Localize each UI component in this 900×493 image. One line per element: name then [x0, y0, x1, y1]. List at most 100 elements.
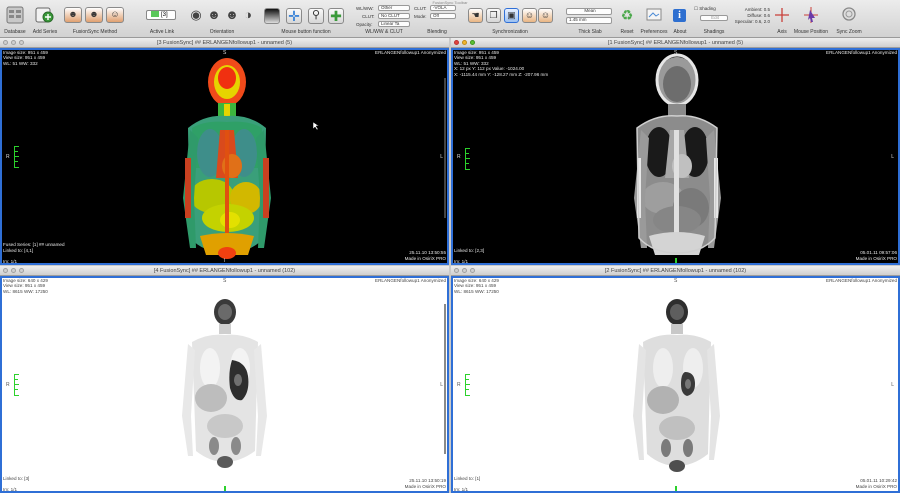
add-roi-tool-button[interactable]: ✚: [328, 8, 344, 24]
image-info-overlay: Image size: 640 x 429 View size: 951 x 4…: [3, 278, 48, 294]
scale-ruler: [14, 146, 20, 168]
clut-field-label: CLUT:: [362, 14, 375, 19]
zoom-window-button[interactable]: [19, 40, 24, 45]
image-viewport[interactable]: Image size: 640 x 429 View size: 951 x 4…: [451, 276, 900, 493]
about-button[interactable]: i About: [672, 5, 688, 35]
mouse-function-group: ✛ ⚲ ✚ Mouse button function: [264, 5, 348, 35]
sync-zoom-button[interactable]: ❐: [486, 8, 501, 23]
viewer-pane-pet: [4 FusionSync] ## ERLANGENfollowup1 - un…: [0, 266, 449, 493]
scroll-indicator[interactable]: [444, 304, 446, 454]
shadings-group: ☐ Shading Edit Shadings: [694, 5, 734, 35]
opacity-select[interactable]: Linear Ta: [378, 21, 410, 27]
image-viewport[interactable]: Image size: 640 x 429 View size: 951 x 4…: [0, 276, 449, 493]
orientation-right: L: [440, 382, 443, 388]
slice-position-tick: [675, 486, 677, 491]
blend-mode-select[interactable]: Off: [430, 13, 456, 19]
preferences-button[interactable]: Preferences: [641, 5, 667, 35]
body-icon: ☺: [110, 9, 120, 19]
sync-zoom-label: Sync Zoom: [836, 29, 862, 35]
active-link-group: [3] Active Link: [144, 5, 180, 35]
database-button[interactable]: Database: [4, 5, 26, 35]
orientation-top: S: [674, 50, 678, 56]
image-info-overlay: Image size: 951 x 459 View size: 951 x 4…: [454, 50, 549, 77]
orientation-sagittal-icon[interactable]: ☻: [224, 8, 240, 22]
active-link-field[interactable]: [3]: [146, 10, 176, 20]
pane-titlebar[interactable]: [2 FusionSync] ## ERLANGENfollowup1 - un…: [451, 266, 900, 276]
pane-titlebar[interactable]: [3 FusionSync] ## ERLANGENfollowup1 - un…: [0, 38, 449, 48]
orientation-bottom: I: [224, 258, 226, 264]
axis-button[interactable]: Axis: [774, 5, 790, 35]
diffuse-text: Diffuse: 0.6: [747, 13, 770, 18]
blend-clut-field-label: CLUT:: [414, 6, 427, 11]
footer-left-overlay: Fused Series: [1] ## unnamed Linked to: …: [3, 242, 65, 264]
clut-select[interactable]: No CLUT: [378, 13, 410, 19]
study-name-overlay: ERLANGENfollowup1 Anonymized: [826, 278, 897, 283]
shading-checkbox[interactable]: ☐ Shading: [694, 6, 716, 12]
mouse-position-button[interactable]: Mouse Position: [794, 5, 828, 35]
zoom-window-button[interactable]: [19, 268, 24, 273]
sync-wlww-button[interactable]: ▣: [504, 8, 519, 23]
footer-right-overlay: 05.01.11 10:29:42 Made in OsiriX PRO: [855, 478, 897, 489]
close-window-button[interactable]: [454, 268, 459, 273]
zoom-window-button[interactable]: [470, 268, 475, 273]
orientation-top: S: [223, 278, 227, 284]
scale-ruler: [465, 374, 471, 396]
thick-slab-value-field[interactable]: 1.45 mm: [566, 17, 612, 24]
plus-icon: ✚: [330, 8, 342, 24]
pane-titlebar[interactable]: [4 FusionSync] ## ERLANGENfollowup1 - un…: [0, 266, 449, 276]
footer-right-overlay: 25.11.10 13:50:55 Made in OsiriX PRO: [404, 250, 446, 261]
window-icon: ▣: [507, 10, 516, 20]
sync-zoom-toggle[interactable]: Sync Zoom: [836, 5, 862, 35]
minimize-window-button[interactable]: [462, 40, 467, 45]
axis-icon: [775, 8, 789, 22]
study-name-overlay: ERLANGENfollowup1 Anonymized: [826, 50, 897, 55]
close-window-button[interactable]: [454, 40, 459, 45]
sync-slice-button[interactable]: ☺: [522, 8, 537, 23]
axis-label: Axis: [777, 29, 787, 35]
minimize-window-button[interactable]: [462, 268, 467, 273]
pane-title: [2 FusionSync] ## ERLANGENfollowup1 - un…: [604, 268, 747, 274]
thick-slab-label: Thick Slab: [578, 29, 602, 35]
mouse-position-icon: [804, 7, 818, 23]
orientation-axial-icon[interactable]: ◉: [188, 8, 204, 22]
wlww-tool-button[interactable]: [264, 8, 280, 24]
head-icon: ☻: [89, 9, 99, 19]
shading-edit-button[interactable]: Edit: [700, 15, 728, 21]
viewer-pane-pet-followup: [2 FusionSync] ## ERLANGENfollowup1 - un…: [451, 266, 900, 493]
orientation-top: S: [223, 50, 227, 56]
thick-slab-mode-select[interactable]: Mean: [566, 8, 612, 15]
minimize-window-button[interactable]: [11, 268, 16, 273]
hand-icon: ☚: [471, 10, 480, 20]
close-window-button[interactable]: [3, 40, 8, 45]
info-icon: i: [673, 9, 686, 22]
pane-titlebar[interactable]: [1 FusionSync] ## ERLANGENfollowup1 - un…: [451, 38, 900, 48]
fusion-method-3-button[interactable]: ☺: [106, 7, 124, 23]
scroll-indicator[interactable]: [444, 78, 446, 218]
orientation-3d-icon[interactable]: ◑: [240, 8, 256, 22]
active-link-value: [3]: [161, 12, 168, 18]
fusion-method-2-button[interactable]: ☻: [85, 7, 103, 23]
fusion-method-1-button[interactable]: ☻: [64, 7, 82, 23]
sync-rotation-button[interactable]: ☺: [538, 8, 553, 23]
close-window-button[interactable]: [3, 268, 8, 273]
zoom-tool-button[interactable]: ⚲: [308, 8, 324, 24]
viewer-pane-fused: [3 FusionSync] ## ERLANGENfollowup1 - un…: [0, 38, 449, 265]
footer-right-overlay: 05.01.11 09:57:06 Made in OsiriX PRO: [855, 250, 897, 261]
minimize-window-button[interactable]: [11, 40, 16, 45]
footer-left-overlay: Linked to: [3] Im: 1/1: [3, 475, 30, 492]
synchronization-label: Synchronization: [492, 29, 528, 35]
scale-ruler: [14, 374, 20, 396]
orientation-coronal-icon[interactable]: ☻: [206, 8, 222, 22]
pane-title: [3 FusionSync] ## ERLANGENfollowup1 - un…: [156, 40, 293, 46]
reset-button[interactable]: ♻ Reset: [618, 5, 636, 35]
add-series-button[interactable]: Add Series: [33, 5, 57, 35]
study-name-overlay: ERLANGENfollowup1 Anonymized: [375, 50, 446, 55]
wlww-select[interactable]: Other: [378, 5, 410, 11]
blend-clut-select[interactable]: -VOLA: [430, 5, 456, 11]
zoom-window-button[interactable]: [470, 40, 475, 45]
fusion-method-group: ☻ ☻ ☺ FusionSync Method: [64, 5, 126, 35]
move-tool-button[interactable]: ✛: [286, 8, 302, 24]
sync-position-button[interactable]: ☚: [468, 8, 483, 23]
image-viewport[interactable]: Image size: 951 x 459 View size: 951 x 4…: [0, 48, 449, 265]
image-viewport[interactable]: Image size: 951 x 459 View size: 951 x 4…: [451, 48, 900, 265]
